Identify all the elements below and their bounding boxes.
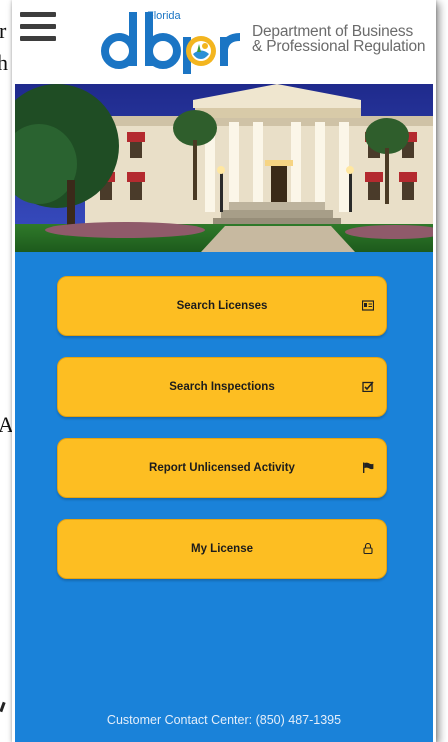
background-text-fragment <box>0 701 6 713</box>
button-label: Search Inspections <box>169 381 275 393</box>
hamburger-menu-icon[interactable] <box>20 12 56 42</box>
mobile-app-screen: Florida Department of Business & Profess… <box>12 0 436 742</box>
flag-icon <box>363 462 374 473</box>
background-text-fragment: r <box>0 18 7 43</box>
id-card-icon <box>362 300 374 311</box>
main-menu-panel: Search Licenses Search Inspections Repor… <box>15 252 433 742</box>
background-text-fragment: h <box>0 50 8 75</box>
customer-contact-text: Customer Contact Center: (850) 487-1395 <box>106 713 342 727</box>
button-label: Report Unlicensed Activity <box>149 462 295 474</box>
lock-icon <box>363 543 373 554</box>
search-licenses-button[interactable]: Search Licenses <box>57 276 387 336</box>
button-label: Search Licenses <box>176 300 268 312</box>
agency-name: Department of Business & Professional Re… <box>252 23 426 55</box>
agency-name-line1: Department of Business <box>252 23 414 40</box>
agency-name-line2: & Professional Regulation <box>252 38 426 55</box>
search-inspections-button[interactable]: Search Inspections <box>57 357 387 417</box>
app-header: Florida Department of Business & Profess… <box>12 0 436 84</box>
my-license-button[interactable]: My License <box>57 519 387 579</box>
dbpr-logo[interactable]: Florida <box>96 4 256 74</box>
report-unlicensed-activity-button[interactable]: Report Unlicensed Activity <box>57 438 387 498</box>
logo-state-word: Florida <box>147 10 182 22</box>
checkbox-checked-icon <box>362 381 374 392</box>
hero-capitol-image <box>15 84 433 252</box>
button-label: My License <box>191 543 253 555</box>
